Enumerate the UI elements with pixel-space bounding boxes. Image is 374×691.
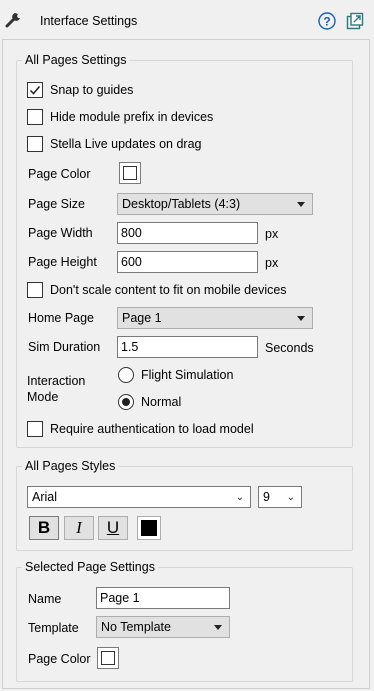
help-icon[interactable]: ? [318,12,336,30]
page-width-label: Page Width [28,226,93,240]
checkmark-icon [29,86,41,95]
page-width-unit: px [265,227,279,241]
chevron-down-icon: ⌄ [235,492,244,503]
selected-page-settings-title: Selected Page Settings [22,560,158,574]
home-page-select[interactable]: Page 1 [117,307,313,329]
hide-module-prefix-label: Hide module prefix in devices [50,110,214,124]
dropdown-arrow-icon [214,625,222,630]
normal-label: Normal [141,395,182,409]
require-auth-checkbox[interactable] [27,421,43,437]
sim-duration-label: Sim Duration [28,340,101,354]
all-pages-styles-title: All Pages Styles [22,459,119,473]
selected-page-color-label: Page Color [28,652,91,666]
page-height-input[interactable]: 600 [117,251,258,273]
snap-to-guides-label: Snap to guides [50,83,134,97]
page-size-value: Desktop/Tablets (4:3) [122,197,241,211]
all-pages-settings-title: All Pages Settings [22,53,130,67]
italic-label: I [76,518,82,537]
interaction-mode-label-line1: Interaction [27,374,86,388]
underline-label: U [106,518,120,537]
chevron-down-icon: ⌄ [286,492,295,503]
name-label: Name [28,592,62,606]
wrench-icon [5,13,20,28]
panel-title: Interface Settings [40,14,138,28]
page-color-label: Page Color [28,167,91,181]
font-family-value: Arial [32,490,58,504]
dropdown-arrow-icon [297,316,305,321]
page-name-input[interactable]: Page 1 [96,587,230,609]
page-size-label: Page Size [28,197,85,211]
snap-to-guides-checkbox[interactable] [27,82,43,98]
template-label: Template [28,621,79,635]
page-width-input[interactable]: 800 [117,222,258,244]
text-color-button[interactable] [137,516,161,540]
template-value: No Template [101,620,171,634]
page-height-unit: px [265,256,279,270]
stella-live-updates-checkbox[interactable] [27,136,43,152]
sim-duration-unit: Seconds [265,341,314,355]
text-color-swatch [141,520,157,536]
font-size-value: 9 [263,490,270,504]
page-size-select[interactable]: Desktop/Tablets (4:3) [117,193,313,215]
require-auth-label: Require authentication to load model [50,422,254,436]
home-page-value: Page 1 [122,311,162,325]
dont-scale-label: Don't scale content to fit on mobile dev… [50,283,287,297]
italic-button[interactable]: I [64,516,94,540]
template-select[interactable]: No Template [96,616,230,638]
svg-text:?: ? [323,15,330,29]
bold-label: B [37,518,51,537]
panel-header: Interface Settings ? [0,0,374,40]
page-color-swatch[interactable] [119,162,141,184]
font-family-select[interactable]: Arial ⌄ [27,486,251,508]
stella-live-updates-label: Stella Live updates on drag [50,137,202,151]
page-height-label: Page Height [28,255,97,269]
home-page-label: Home Page [28,311,95,325]
bold-button[interactable]: B [29,516,59,540]
normal-radio[interactable] [118,394,134,410]
hide-module-prefix-checkbox[interactable] [27,109,43,125]
sim-duration-input[interactable]: 1.5 [117,336,258,358]
flight-simulation-label: Flight Simulation [141,368,234,382]
flight-simulation-radio[interactable] [118,367,134,383]
dropdown-arrow-icon [297,202,305,207]
popout-icon[interactable] [346,12,364,30]
selected-page-color-swatch[interactable] [97,647,119,669]
font-size-select[interactable]: 9 ⌄ [258,486,302,508]
underline-button[interactable]: U [98,516,128,540]
dont-scale-checkbox[interactable] [27,282,43,298]
interaction-mode-label-line2: Mode [27,390,59,404]
